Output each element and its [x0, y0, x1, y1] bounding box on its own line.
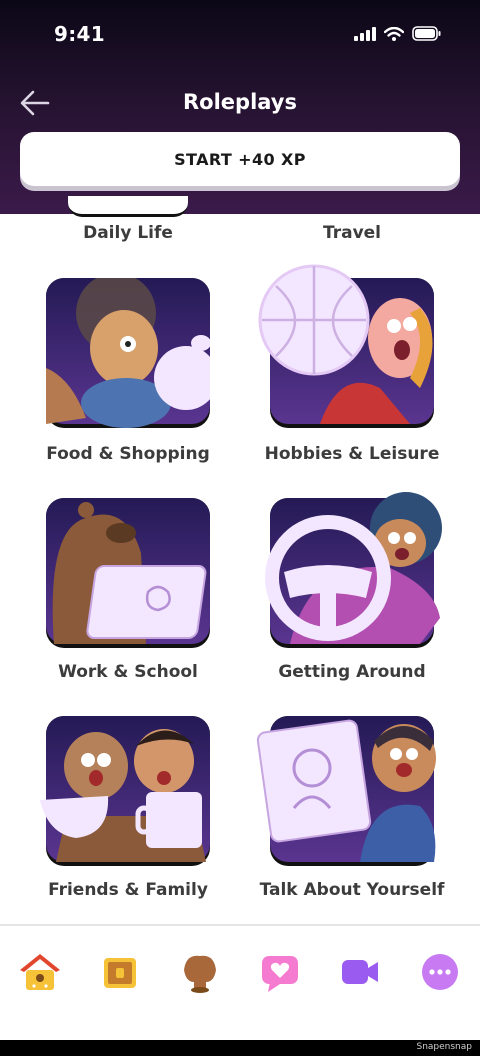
category-label[interactable]: Food & Shopping: [16, 444, 240, 464]
food-shopping-tile[interactable]: [46, 278, 210, 428]
apple-character-icon: [46, 278, 210, 428]
friends-family-tile[interactable]: [40, 716, 210, 866]
more-icon: [422, 954, 458, 990]
category-label[interactable]: Hobbies & Leisure: [240, 444, 464, 464]
status-time: 9:41: [54, 22, 105, 46]
coffee-cups-icon: [40, 716, 210, 862]
nav-shell[interactable]: [176, 948, 224, 996]
wifi-icon: [384, 26, 404, 41]
category-label[interactable]: Getting Around: [240, 662, 464, 682]
status-icons: [354, 26, 442, 41]
shell-icon: [184, 955, 216, 993]
portrait-frame-icon: [256, 716, 436, 862]
nav-more[interactable]: [416, 948, 464, 996]
nav-home[interactable]: [16, 948, 64, 996]
nav-video[interactable]: [336, 948, 384, 996]
category-label[interactable]: Friends & Family: [16, 880, 240, 900]
category-label[interactable]: Work & School: [16, 662, 240, 682]
heart-chat-icon: [262, 956, 298, 992]
hobbies-leisure-tile[interactable]: [258, 264, 434, 428]
steering-wheel-icon: [265, 492, 442, 644]
category-label-daily-life[interactable]: Daily Life: [16, 223, 240, 243]
watermark: Snapensnap: [416, 1042, 472, 1052]
page-title: Roleplays: [183, 90, 297, 114]
nav-social[interactable]: [256, 948, 304, 996]
daily-life-tile[interactable]: [68, 196, 188, 217]
status-bar: 9:41: [0, 0, 480, 70]
start-button[interactable]: START +40 XP: [20, 132, 460, 186]
bottom-nav: [0, 924, 480, 1042]
category-label-travel[interactable]: Travel: [240, 223, 464, 243]
home-icon: [20, 954, 60, 990]
basketball-character-icon: [258, 264, 434, 424]
battery-icon: [412, 26, 441, 41]
work-school-tile[interactable]: [46, 498, 210, 648]
treasure-chest-icon: [104, 958, 136, 988]
nav-quests[interactable]: [96, 948, 144, 996]
footer-bar: Snapensnap: [0, 1040, 480, 1056]
signal-icon: [354, 26, 376, 41]
talk-about-yourself-tile[interactable]: [256, 716, 436, 866]
getting-around-tile[interactable]: [265, 492, 442, 648]
video-camera-icon: [342, 960, 378, 984]
header: 9:41 Roleplays START +40 XP: [0, 0, 480, 214]
category-label[interactable]: Talk About Yourself: [240, 880, 464, 900]
laptop-bear-icon: [46, 498, 210, 644]
